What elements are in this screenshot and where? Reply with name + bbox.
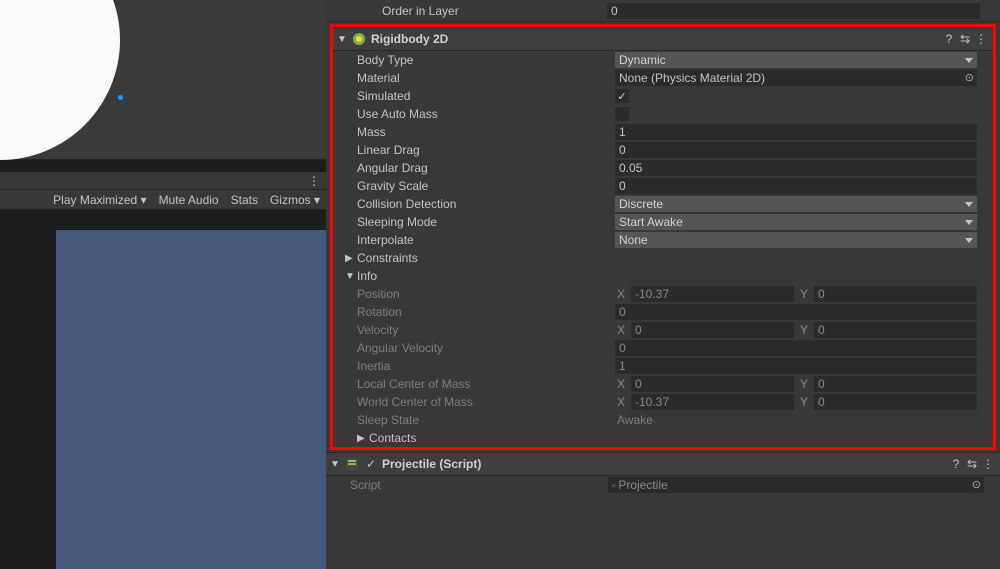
stats-button[interactable]: Stats <box>225 191 264 209</box>
world-com-x-field <box>631 394 794 410</box>
rotation-label: Rotation <box>357 305 615 319</box>
order-in-layer-row: Order in Layer <box>326 0 1000 22</box>
material-field[interactable]: None (Physics Material 2D) <box>615 70 977 86</box>
preset-icon[interactable]: ⇆ <box>957 32 973 46</box>
game-canvas <box>56 230 326 569</box>
world-com-label: World Center of Mass <box>357 395 615 409</box>
fold-toggle-icon[interactable]: ▼ <box>337 34 351 45</box>
collision-detection-dropdown[interactable]: Discrete <box>615 196 977 212</box>
fold-toggle-icon[interactable]: ▼ <box>330 459 344 470</box>
panel-divider <box>0 160 326 172</box>
body-type-dropdown[interactable]: Dynamic <box>615 52 977 68</box>
script-enable-checkbox[interactable]: ✓ <box>364 457 378 471</box>
linear-drag-input[interactable] <box>615 142 977 158</box>
info-label: Info <box>357 269 377 283</box>
sleep-state-label: Sleep State <box>357 413 615 427</box>
y-label: Y <box>798 287 810 301</box>
rigidbody2d-icon <box>351 31 367 47</box>
local-com-x-field <box>631 376 794 392</box>
use-auto-mass-checkbox[interactable] <box>615 107 629 121</box>
position-x-field <box>631 286 794 302</box>
contacts-label: Contacts <box>369 431 416 445</box>
script-field[interactable]: ▫ Projectile <box>608 477 984 493</box>
x-label: X <box>615 287 627 301</box>
inertia-label: Inertia <box>357 359 615 373</box>
simulated-checkbox[interactable]: ✓ <box>615 89 629 103</box>
constraints-label: Constraints <box>357 251 418 265</box>
x-label: X <box>615 395 627 409</box>
y-label: Y <box>798 377 810 391</box>
rotation-field <box>615 304 977 320</box>
local-com-y-field <box>814 376 977 392</box>
sleeping-mode-dropdown[interactable]: Start Awake <box>615 214 977 230</box>
play-maximized-dropdown[interactable]: Play Maximized ▾ <box>47 191 152 209</box>
use-auto-mass-label: Use Auto Mass <box>357 107 615 121</box>
x-label: X <box>615 323 627 337</box>
velocity-x-field <box>631 322 794 338</box>
world-com-y-field <box>814 394 977 410</box>
interpolate-dropdown[interactable]: None <box>615 232 977 248</box>
more-menu-icon[interactable]: ⋮ <box>308 174 322 188</box>
inspector-panel: Order in Layer ▼ Rigidbody 2D ? ⇆ ⋮ Body… <box>326 0 1000 569</box>
script-label: Script <box>350 478 608 492</box>
angular-drag-input[interactable] <box>615 160 977 176</box>
contacts-foldout[interactable]: ▶ Contacts <box>333 429 993 447</box>
velocity-label: Velocity <box>357 323 615 337</box>
x-label: X <box>615 377 627 391</box>
info-foldout[interactable]: ▼ Info <box>333 267 993 285</box>
material-label: Material <box>357 71 615 85</box>
panel-menu-bar: ⋮ <box>0 172 326 190</box>
mute-audio-button[interactable]: Mute Audio <box>153 191 225 209</box>
projectile-script-title: Projectile (Script) <box>382 457 948 471</box>
scene-object-circle <box>0 0 120 160</box>
component-menu-icon[interactable]: ⋮ <box>973 32 989 46</box>
gizmos-dropdown[interactable]: Gizmos ▾ <box>264 191 326 209</box>
rigidbody2d-title: Rigidbody 2D <box>371 32 941 46</box>
position-label: Position <box>357 287 615 301</box>
gravity-scale-input[interactable] <box>615 178 977 194</box>
local-com-label: Local Center of Mass <box>357 377 615 391</box>
help-icon[interactable]: ? <box>948 457 964 471</box>
y-label: Y <box>798 395 810 409</box>
inertia-field <box>615 358 977 374</box>
help-icon[interactable]: ? <box>941 32 957 46</box>
chevron-right-icon: ▶ <box>357 433 369 444</box>
y-label: Y <box>798 323 810 337</box>
body-type-label: Body Type <box>357 53 615 67</box>
sleep-state-value: Awake <box>615 413 653 427</box>
angular-drag-label: Angular Drag <box>357 161 615 175</box>
angular-velocity-label: Angular Velocity <box>357 341 615 355</box>
sleeping-mode-label: Sleeping Mode <box>357 215 615 229</box>
transform-handle[interactable] <box>117 94 124 101</box>
collision-detection-label: Collision Detection <box>357 197 615 211</box>
component-menu-icon[interactable]: ⋮ <box>980 457 996 471</box>
constraints-foldout[interactable]: ▶ Constraints <box>333 249 993 267</box>
game-view-toolbar: Play Maximized ▾ Mute Audio Stats Gizmos… <box>0 190 326 210</box>
chevron-right-icon: ▶ <box>345 253 357 264</box>
angular-velocity-field <box>615 340 977 356</box>
game-view[interactable] <box>0 210 326 569</box>
simulated-label: Simulated <box>357 89 615 103</box>
scene-view[interactable] <box>0 0 326 160</box>
preset-icon[interactable]: ⇆ <box>964 457 980 471</box>
projectile-script-header[interactable]: ▼ ✓ Projectile (Script) ? ⇆ ⋮ <box>326 452 1000 476</box>
mass-label: Mass <box>357 125 615 139</box>
order-in-layer-label: Order in Layer <box>382 4 607 18</box>
linear-drag-label: Linear Drag <box>357 143 615 157</box>
script-icon <box>344 456 360 472</box>
order-in-layer-input[interactable] <box>607 3 980 19</box>
position-y-field <box>814 286 977 302</box>
velocity-y-field <box>814 322 977 338</box>
rigidbody2d-header[interactable]: ▼ Rigidbody 2D ? ⇆ ⋮ <box>333 27 993 51</box>
interpolate-label: Interpolate <box>357 233 615 247</box>
mass-input[interactable] <box>615 124 977 140</box>
gravity-scale-label: Gravity Scale <box>357 179 615 193</box>
highlighted-component-box: ▼ Rigidbody 2D ? ⇆ ⋮ Body Type Dynamic M… <box>330 24 996 450</box>
chevron-down-icon: ▼ <box>345 271 357 282</box>
